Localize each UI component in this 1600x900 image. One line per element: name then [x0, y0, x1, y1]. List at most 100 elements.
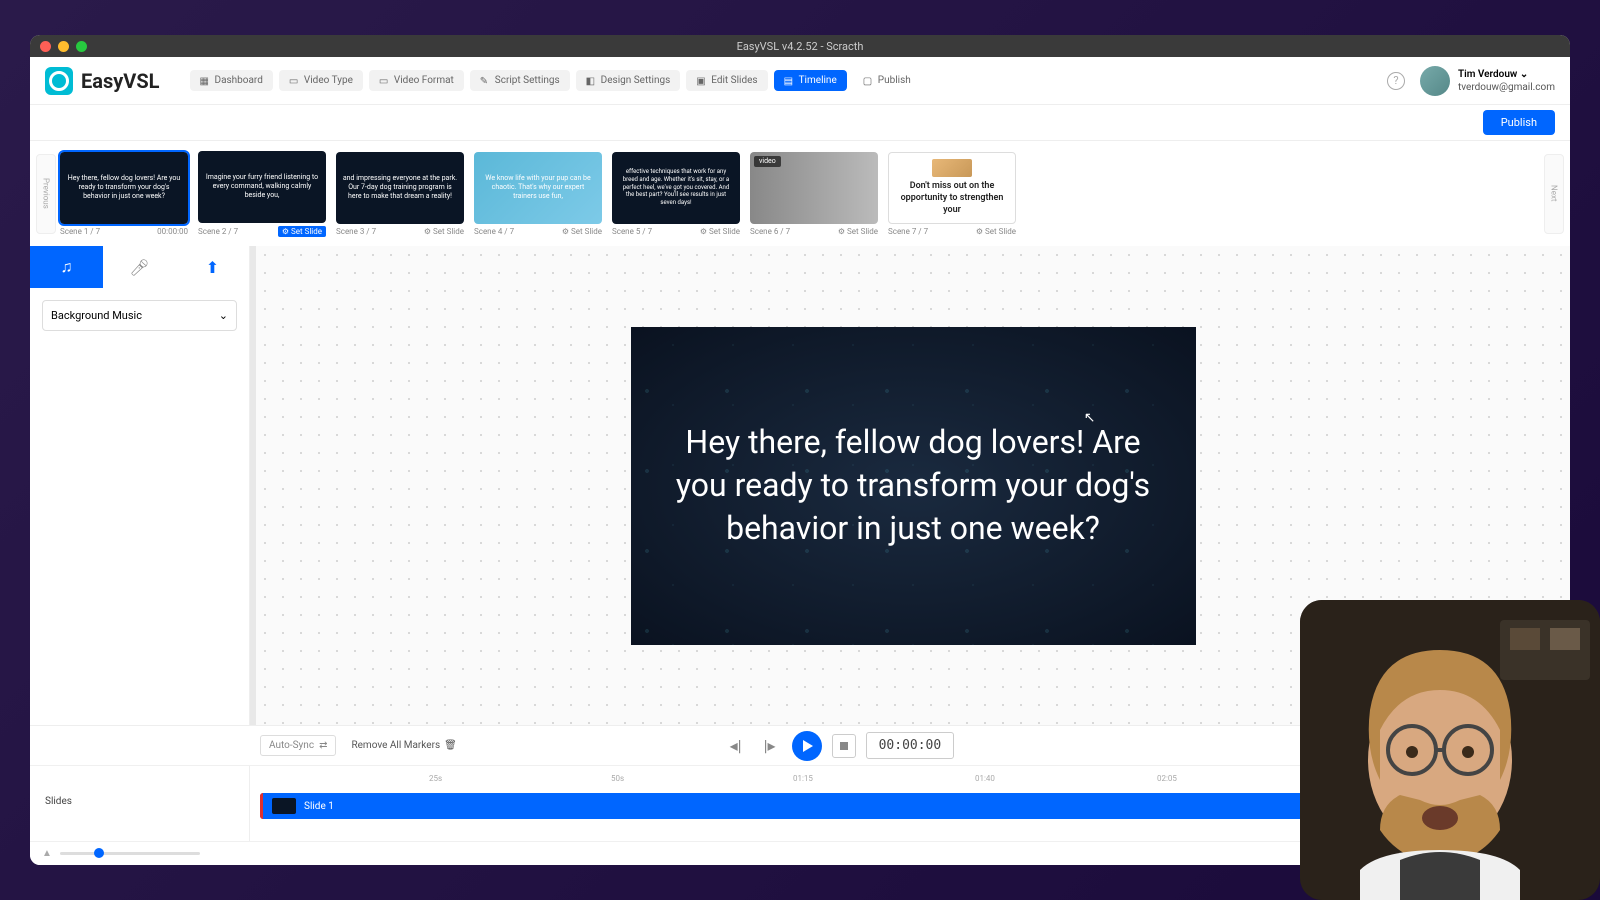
publish-button[interactable]: Publish [1483, 110, 1555, 135]
music-note-icon: ♫ [61, 257, 73, 277]
scene-card-1[interactable]: Hey there, fellow dog lovers! Are you re… [60, 152, 188, 236]
zoom-slider[interactable] [60, 852, 200, 855]
maximize-window-button[interactable] [76, 41, 87, 52]
upload-icon: ⬆ [206, 258, 219, 277]
minimize-window-button[interactable] [58, 41, 69, 52]
breadcrumb-timeline[interactable]: ▤Timeline [774, 70, 847, 91]
scene-card-3[interactable]: and impressing everyone at the park. Our… [336, 152, 464, 236]
traffic-lights [40, 41, 87, 52]
breadcrumb-publish[interactable]: ▢Publish [853, 70, 921, 91]
design-icon: ◧ [586, 76, 596, 86]
sidebar-tab-upload[interactable]: ⬆ [176, 246, 249, 288]
breadcrumb-video-format[interactable]: ▭Video Format [369, 70, 464, 91]
preview-slide[interactable]: Hey there, fellow dog lovers! Are you re… [631, 327, 1196, 645]
sync-icon: ⇄ [319, 740, 327, 751]
logo-text: EasyVSL [81, 69, 160, 93]
track-thumbnail-icon [272, 798, 296, 814]
background-music-select[interactable]: Background Music ⌄ [42, 300, 237, 331]
gear-icon: ⚙ [838, 227, 845, 236]
scene-thumbnail[interactable]: video [750, 152, 878, 224]
header-right: ? Tim Verdouw ⌄ tverdouw@gmail.com [1387, 66, 1555, 96]
set-slide-button[interactable]: ⚙Set Slide [424, 227, 464, 236]
strip-previous-button[interactable]: Previous [36, 154, 56, 234]
breadcrumb-nav: ▦Dashboard ▭Video Type ▭Video Format ✎Sc… [190, 70, 921, 91]
set-slide-button[interactable]: ⚙Set Slide [976, 227, 1016, 236]
header: EasyVSL ▦Dashboard ▭Video Type ▭Video Fo… [30, 57, 1570, 105]
cursor-icon: ↖ [1084, 409, 1096, 428]
step-back-button[interactable]: ◂| [724, 734, 748, 758]
scene-card-2[interactable]: Imagine your furry friend listening to e… [198, 151, 326, 237]
breadcrumb-script-settings[interactable]: ✎Script Settings [470, 70, 570, 91]
scene-label: Scene 7 / 7 [888, 227, 928, 236]
scene-label: Scene 5 / 7 [612, 227, 652, 236]
scene-label: Scene 6 / 7 [750, 227, 790, 236]
gear-icon: ⚙ [282, 227, 289, 236]
app-logo: EasyVSL [45, 67, 160, 95]
video-badge: video [754, 156, 781, 167]
stop-button[interactable] [832, 734, 856, 758]
subheader: Publish [30, 105, 1570, 141]
set-slide-button[interactable]: ⚙Set Slide [278, 226, 326, 237]
scene-thumbnail[interactable]: Don't miss out on the opportunity to str… [888, 152, 1016, 224]
scene-thumbnail[interactable]: and impressing everyone at the park. Our… [336, 152, 464, 224]
sidebar-tab-music[interactable]: ♫ [30, 246, 103, 288]
zoom-out-icon[interactable]: ▲ [42, 848, 52, 859]
titlebar: EasyVSL v4.2.52 - Scracth [30, 35, 1570, 57]
webcam-overlay [1300, 600, 1600, 900]
gear-icon: ⚙ [700, 227, 707, 236]
scene-label: Scene 4 / 7 [474, 227, 514, 236]
play-button[interactable] [792, 731, 822, 761]
step-forward-button[interactable]: |▸ [758, 734, 782, 758]
breadcrumb-edit-slides[interactable]: ▣Edit Slides [686, 70, 767, 91]
set-slide-button[interactable]: ⚙Set Slide [838, 227, 878, 236]
scene-thumbnail[interactable]: We know life with your pup can be chaoti… [474, 152, 602, 224]
scene-card-6[interactable]: video Scene 6 / 7 ⚙Set Slide [750, 152, 878, 236]
avatar [1420, 66, 1450, 96]
scene-thumbnail[interactable]: Imagine your furry friend listening to e… [198, 151, 326, 223]
breadcrumb-video-type[interactable]: ▭Video Type [279, 70, 363, 91]
close-window-button[interactable] [40, 41, 51, 52]
user-name: Tim Verdouw ⌄ [1458, 68, 1555, 81]
set-slide-button[interactable]: ⚙Set Slide [562, 227, 602, 236]
scene-label: Scene 1 / 7 [60, 227, 100, 236]
scene-label: Scene 2 / 7 [198, 227, 238, 236]
slides-icon: ▣ [696, 76, 706, 86]
scene-card-4[interactable]: We know life with your pup can be chaoti… [474, 152, 602, 236]
window-title: EasyVSL v4.2.52 - Scracth [737, 40, 864, 53]
dog-image-icon [932, 159, 972, 178]
scene-thumbnail[interactable]: effective techniques that work for any b… [612, 152, 740, 224]
scene-card-7[interactable]: Don't miss out on the opportunity to str… [888, 152, 1016, 236]
scene-label: Scene 3 / 7 [336, 227, 376, 236]
logo-icon [45, 67, 73, 95]
track-label: Slide 1 [304, 801, 334, 812]
strip-next-button[interactable]: Next [1544, 154, 1564, 234]
user-email: tverdouw@gmail.com [1458, 81, 1555, 94]
sidebar-tab-voice[interactable]: 🎤︎ [103, 246, 176, 288]
auto-sync-button[interactable]: Auto-Sync ⇄ [260, 735, 336, 756]
gear-icon: ⚙ [562, 227, 569, 236]
gear-icon: ⚙ [424, 227, 431, 236]
zoom-handle[interactable] [94, 848, 104, 858]
preview-text: Hey there, fellow dog lovers! Are you re… [671, 421, 1156, 551]
set-slide-button[interactable]: ⚙Set Slide [700, 227, 740, 236]
remove-markers-button[interactable]: Remove All Markers 🗑︎ [351, 740, 456, 751]
chevron-down-icon: ⌄ [219, 309, 228, 322]
breadcrumb-design-settings[interactable]: ◧Design Settings [576, 70, 681, 91]
help-button[interactable]: ? [1387, 72, 1405, 90]
format-icon: ▭ [379, 76, 389, 86]
timecode-display: 00:00:00 [866, 732, 955, 759]
playback-controls: ◂| |▸ 00:00:00 [724, 731, 955, 761]
microphone-icon: 🎤︎ [129, 258, 149, 277]
sidebar: ♫ 🎤︎ ⬆ Background Music ⌄ [30, 246, 250, 725]
timeline-icon: ▤ [784, 76, 794, 86]
trash-icon: 🗑︎ [444, 740, 457, 751]
user-menu[interactable]: Tim Verdouw ⌄ tverdouw@gmail.com [1420, 66, 1555, 96]
breadcrumb-dashboard[interactable]: ▦Dashboard [190, 70, 273, 91]
scene-time: 00:00:00 [157, 227, 188, 236]
chevron-down-icon: ⌄ [1520, 69, 1528, 80]
scene-thumbnail[interactable]: Hey there, fellow dog lovers! Are you re… [60, 152, 188, 224]
scene-card-5[interactable]: effective techniques that work for any b… [612, 152, 740, 236]
grid-icon: ▦ [200, 76, 210, 86]
script-icon: ✎ [480, 76, 490, 86]
publish-icon: ▢ [863, 76, 873, 86]
